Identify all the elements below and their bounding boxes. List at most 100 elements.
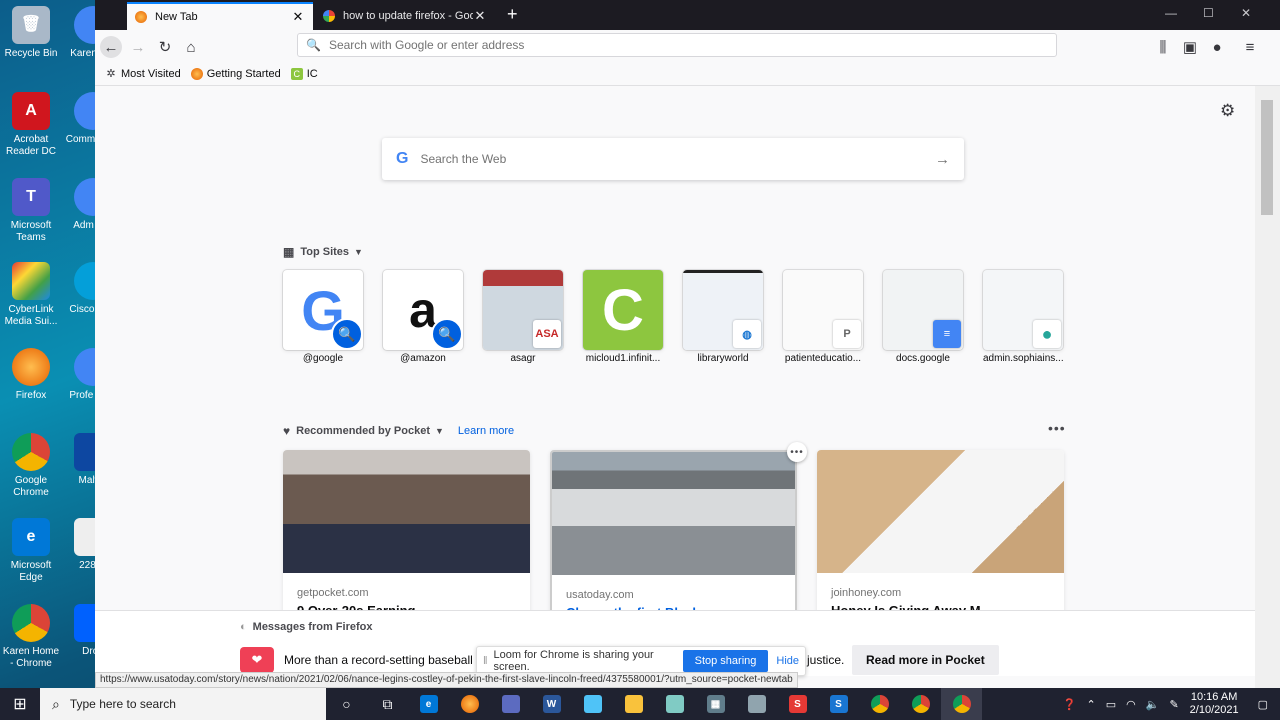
search-badge-icon: 🔍	[431, 318, 463, 350]
tab-new-tab[interactable]: New Tab ✕	[127, 2, 313, 30]
firefox-window: New Tab ✕ how to update firefox - Google…	[95, 0, 1280, 688]
desktop-icon-chrome[interactable]: Google Chrome	[0, 433, 62, 499]
taskbar-app[interactable]: S	[818, 688, 859, 720]
desktop-icon-acrobat[interactable]: A Acrobat Reader DC	[0, 92, 62, 158]
battery-icon[interactable]: ▭	[1106, 698, 1116, 711]
taskbar-search[interactable]: ⌕ Type here to search	[40, 688, 326, 720]
clock[interactable]: 10:16 AM 2/10/2021	[1190, 691, 1239, 717]
address-bar[interactable]: 🔍 Search with Google or enter address	[297, 33, 1057, 57]
close-window-icon[interactable]: ✕	[1241, 6, 1251, 20]
read-more-pocket-button[interactable]: Read more in Pocket	[852, 645, 999, 675]
tab-google-search[interactable]: how to update firefox - Google ✕	[315, 2, 495, 30]
top-site-tile[interactable]: C micloud1.infinit...	[583, 270, 663, 364]
app-icon	[501, 695, 520, 713]
tab-title: how to update firefox - Google	[343, 10, 473, 22]
learn-more-link[interactable]: Learn more	[458, 425, 514, 437]
taskbar-app[interactable]: S	[777, 688, 818, 720]
bookmark-most-visited[interactable]: ✲ Most Visited	[105, 68, 180, 81]
hide-button[interactable]: Hide	[776, 655, 799, 667]
forward-icon[interactable]: →	[127, 36, 149, 58]
library-icon[interactable]: ⫼	[1152, 36, 1174, 58]
windows-start-icon[interactable]: ⊞	[0, 688, 40, 720]
wifi-icon[interactable]: ◠	[1126, 698, 1136, 711]
taskbar-app[interactable]	[572, 688, 613, 720]
volume-icon[interactable]: 🔈	[1146, 698, 1160, 711]
web-search-box[interactable]: G Search the Web →	[382, 138, 964, 180]
desktop-icon-cyberlink[interactable]: CyberLink Media Sui...	[0, 262, 62, 328]
firefox-icon	[190, 67, 203, 80]
firefox-icon: ◐	[240, 621, 247, 633]
tab-strip: New Tab ✕ how to update firefox - Google…	[95, 0, 1280, 30]
taskbar-chrome-active[interactable]	[941, 688, 982, 720]
link-status-url: https://www.usatoday.com/story/news/nati…	[95, 672, 798, 688]
cortana-icon[interactable]: ○	[326, 688, 367, 720]
taskbar-chrome[interactable]	[900, 688, 941, 720]
tab-title: New Tab	[155, 11, 198, 23]
drag-handle-icon[interactable]: ‖	[483, 655, 488, 667]
desktop-icon-firefox[interactable]: Firefox	[0, 348, 62, 402]
taskbar-firefox[interactable]	[449, 688, 490, 720]
help-icon[interactable]: ❓	[1063, 698, 1077, 711]
back-icon[interactable]: ←	[100, 36, 122, 58]
desktop-icon-recycle-bin[interactable]: 🗑 Recycle Bin	[0, 6, 62, 60]
grid-icon: ▦	[283, 245, 295, 259]
taskbar-app[interactable]	[490, 688, 531, 720]
new-tab-button[interactable]: +	[507, 4, 518, 25]
taskbar-app[interactable]	[736, 688, 777, 720]
task-view-icon[interactable]: ⧉	[367, 688, 408, 720]
edge-icon: e	[419, 695, 438, 713]
desktop-icon-label: CyberLink Media Sui...	[4, 304, 58, 327]
libraryworld-icon: ◍	[733, 320, 761, 348]
top-site-tile[interactable]: ● admin.sophiains...	[983, 270, 1063, 364]
top-sites-header[interactable]: ▦ Top Sites ▼	[283, 245, 363, 259]
taskbar-word[interactable]: W	[531, 688, 572, 720]
top-site-tile[interactable]: ◍ libraryworld	[683, 270, 763, 364]
taskbar-edge[interactable]: e	[408, 688, 449, 720]
desktop-icon-karen-chrome[interactable]: Karen Home - Chrome	[0, 604, 62, 670]
clock-date: 2/10/2021	[1189, 704, 1239, 716]
cyberlink-icon	[12, 262, 50, 300]
desktop-icon-teams[interactable]: T Microsoft Teams	[0, 178, 62, 244]
pen-icon[interactable]: ✎	[1169, 698, 1178, 711]
message-body: ❤ More than a record-setting baseball s	[240, 647, 482, 673]
taskbar-file-explorer[interactable]	[613, 688, 654, 720]
search-icon: 🔍	[306, 38, 321, 52]
scrollbar-thumb[interactable]	[1261, 100, 1273, 215]
taskbar-calculator[interactable]: ▦	[695, 688, 736, 720]
account-icon[interactable]: ●	[1206, 36, 1228, 58]
maximize-icon[interactable]: ☐	[1203, 6, 1214, 20]
chevron-down-icon[interactable]: ▼	[435, 426, 444, 436]
menu-icon[interactable]: ≡	[1239, 36, 1261, 58]
desktop-icon-edge[interactable]: e Microsoft Edge	[0, 518, 62, 584]
sidebar-icon[interactable]: ▣	[1179, 36, 1201, 58]
patient-education-icon: P	[833, 320, 861, 348]
messages-title: Messages from Firefox	[252, 621, 373, 633]
minimize-icon[interactable]: —	[1165, 6, 1177, 20]
chrome-icon	[952, 695, 971, 713]
reload-icon[interactable]: ↻	[154, 36, 176, 58]
close-tab-icon[interactable]: ✕	[291, 9, 305, 25]
bookmark-ic[interactable]: C IC	[290, 67, 318, 80]
settings-gear-icon[interactable]: ⚙	[1220, 101, 1235, 121]
top-site-tile[interactable]: G 🔍 @google	[283, 270, 363, 364]
taskbar-app[interactable]	[654, 688, 695, 720]
top-site-tile[interactable]: ASA asagr	[483, 270, 563, 364]
more-options-icon[interactable]: •••	[1048, 420, 1066, 436]
stop-sharing-button[interactable]: Stop sharing	[682, 650, 769, 672]
arrow-right-icon[interactable]: →	[935, 151, 950, 168]
teams-icon: T	[12, 178, 50, 216]
asa-icon: ASA	[533, 320, 561, 348]
app-icon	[747, 695, 766, 713]
scrollbar[interactable]	[1255, 86, 1280, 688]
windows-taskbar: ⊞ ⌕ Type here to search ○ ⧉ e W ▦ S S ❓ …	[0, 688, 1280, 720]
close-tab-icon[interactable]: ✕	[473, 8, 487, 24]
top-site-tile[interactable]: a 🔍 @amazon	[383, 270, 463, 364]
top-site-tile[interactable]: ≡ docs.google	[883, 270, 963, 364]
taskbar-chrome[interactable]	[859, 688, 900, 720]
bookmark-getting-started[interactable]: Getting Started	[190, 67, 281, 80]
card-options-icon[interactable]: •••	[787, 442, 807, 462]
home-icon[interactable]: ⌂	[180, 36, 202, 58]
notifications-icon[interactable]: ▢	[1258, 698, 1268, 711]
top-site-tile[interactable]: P patienteducatio...	[783, 270, 863, 364]
chevron-up-icon[interactable]: ⌃	[1087, 698, 1096, 711]
